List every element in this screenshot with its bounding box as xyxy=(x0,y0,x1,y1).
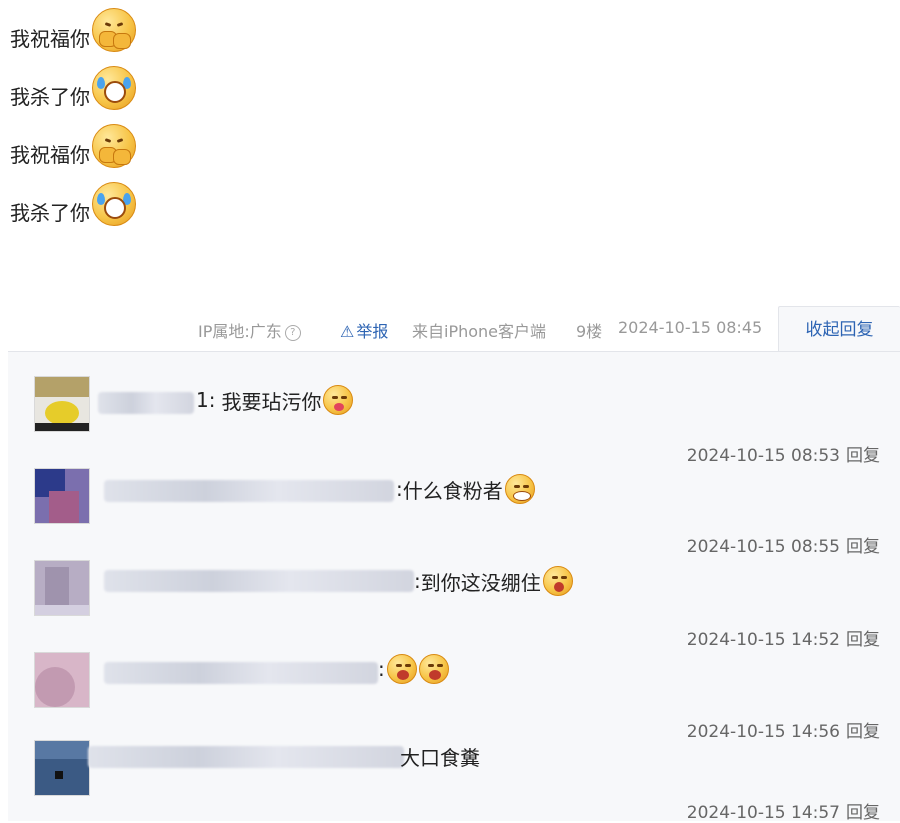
shocked-face-emoji-icon xyxy=(418,654,449,684)
avatar[interactable] xyxy=(34,376,90,432)
reply-time: 2024-10-15 14:52 xyxy=(686,630,840,650)
reply-button[interactable]: 回复 xyxy=(846,630,880,650)
post-meta-bar: IP属地:广东? ⚠ 举报 来自iPhone客户端 9楼 2024-10-15 0… xyxy=(0,306,900,350)
reply-content: : xyxy=(378,654,449,684)
ip-location: IP属地:广东? xyxy=(198,318,301,342)
reply-meta: 2024-10-15 08:53 回复 xyxy=(687,441,880,466)
post-timestamp: 2024-10-15 08:45 xyxy=(618,318,763,337)
reply-content: 1: 我要玷污你 xyxy=(196,385,354,415)
tongue-face-emoji-icon xyxy=(323,385,354,415)
reply-time: 2024-10-15 08:55 xyxy=(686,537,840,557)
username-redacted[interactable] xyxy=(104,570,414,592)
reply-meta: 2024-10-15 08:55 回复 xyxy=(687,532,880,557)
shocked-face-emoji-icon xyxy=(386,654,417,684)
reply-button[interactable]: 回复 xyxy=(846,803,880,823)
post-line: 我杀了你 xyxy=(10,66,136,110)
reply-content: : 到你这没绷住 xyxy=(414,566,573,596)
warning-triangle-icon: ⚠ xyxy=(340,322,355,341)
crying-face-emoji-icon xyxy=(92,66,136,110)
reply-content: 大口食糞 xyxy=(400,741,480,771)
reply-prefix: : xyxy=(378,657,385,681)
reply-time: 2024-10-15 08:53 xyxy=(686,446,840,466)
floor-number: 9楼 xyxy=(576,322,603,341)
reply-button[interactable]: 回复 xyxy=(846,722,880,742)
reply-button[interactable]: 回复 xyxy=(846,446,880,466)
blessing-face-emoji-icon xyxy=(92,8,136,52)
post-line-text: 我祝福你 xyxy=(10,27,90,51)
avatar[interactable] xyxy=(34,468,90,524)
collapse-replies-button[interactable]: 收起回复 xyxy=(778,306,900,352)
reply-list: 1: 我要玷污你 2024-10-15 08:53 回复 : 什么食粉者 202… xyxy=(8,351,900,823)
ip-location-text: IP属地:广东 xyxy=(198,322,282,341)
report-label: 举报 xyxy=(356,322,389,341)
post-line-text: 我杀了你 xyxy=(10,85,90,109)
reply-button[interactable]: 回复 xyxy=(846,537,880,557)
report-link[interactable]: ⚠ 举报 xyxy=(340,318,388,342)
blessing-face-emoji-icon xyxy=(92,124,136,168)
reply-text: 我要玷污你 xyxy=(221,389,322,414)
avatar[interactable] xyxy=(34,652,90,708)
post-line: 我杀了你 xyxy=(10,182,136,226)
avatar[interactable] xyxy=(34,740,90,796)
avatar[interactable] xyxy=(34,560,90,616)
reply-prefix: : xyxy=(396,477,403,501)
post-line-text: 我祝福你 xyxy=(10,143,90,167)
post-line: 我祝福你 xyxy=(10,8,136,52)
reply-prefix: 1: xyxy=(196,388,216,412)
reply-text: 大口食糞 xyxy=(400,745,480,770)
post-line: 我祝福你 xyxy=(10,124,136,168)
reply-prefix: : xyxy=(414,569,421,593)
reply-time: 2024-10-15 14:57 xyxy=(686,803,840,823)
surprised-face-emoji-icon xyxy=(542,566,573,596)
reply-meta: 2024-10-15 14:52 回复 xyxy=(687,625,880,650)
username-redacted[interactable] xyxy=(98,392,194,414)
client-source: 来自iPhone客户端 xyxy=(412,322,547,341)
reply-text: 什么食粉者 xyxy=(402,478,503,503)
reply-meta: 2024-10-15 14:57 回复 xyxy=(687,798,880,823)
grin-face-emoji-icon xyxy=(504,474,535,504)
help-icon[interactable]: ? xyxy=(284,324,301,341)
reply-content: : 什么食粉者 xyxy=(396,474,535,504)
reply-time: 2024-10-15 14:56 xyxy=(686,722,840,742)
reply-text: 到你这没绷住 xyxy=(420,570,541,595)
reply-meta: 2024-10-15 14:56 回复 xyxy=(687,717,880,742)
post-line-text: 我杀了你 xyxy=(10,201,90,225)
username-redacted[interactable] xyxy=(104,480,394,502)
username-redacted[interactable] xyxy=(88,746,404,768)
crying-face-emoji-icon xyxy=(92,182,136,226)
username-redacted[interactable] xyxy=(104,662,378,684)
